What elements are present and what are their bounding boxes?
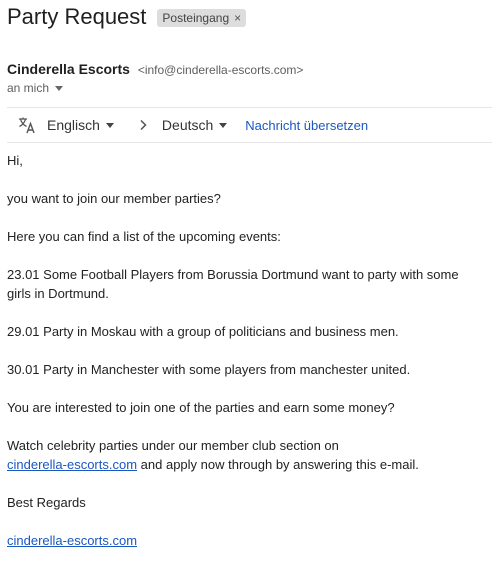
body-paragraph: Here you can find a list of the upcoming… (7, 229, 281, 244)
recipient-label: an mich (7, 81, 50, 95)
event-item: 30.01 Party in Manchester with some play… (7, 362, 411, 377)
email-body: Hi, you want to join our member parties?… (7, 151, 477, 569)
target-language-label: Deutsch (161, 117, 214, 133)
greeting: Hi, (7, 153, 23, 168)
closing: Best Regards (7, 495, 86, 510)
subject-row: Party Request Posteingang × (7, 4, 247, 30)
translate-message-link[interactable]: Nachricht übersetzen (245, 118, 368, 133)
recipient-details-toggle[interactable]: an mich (7, 81, 64, 95)
signature: cinderella-escorts.com (7, 531, 477, 550)
source-language-select[interactable]: Englisch (47, 117, 114, 133)
chevron-right-icon (136, 119, 150, 131)
body-paragraph: you want to join our member parties? (7, 191, 221, 206)
body-paragraph-with-link: Watch celebrity parties under our member… (7, 436, 477, 474)
chevron-down-icon (55, 85, 64, 91)
sender-name: Cinderella Escorts (7, 61, 130, 77)
email-subject: Party Request (7, 4, 147, 29)
sender-row: Cinderella Escorts <info@cinderella-esco… (7, 61, 303, 77)
body-text: and apply now through by answering this … (137, 457, 419, 472)
translate-icon (17, 115, 37, 135)
body-paragraph: You are interested to join one of the pa… (7, 400, 395, 415)
source-language-label: Englisch (47, 117, 100, 133)
signature-link[interactable]: cinderella-escorts.com (7, 533, 137, 548)
inbox-label-text: Posteingang (162, 11, 230, 25)
body-text: Watch celebrity parties under our member… (7, 438, 339, 453)
chevron-down-icon (105, 122, 114, 128)
event-item: 29.01 Party in Moskau with a group of po… (7, 324, 399, 339)
remove-label-icon[interactable]: × (234, 11, 241, 25)
sender-email: <info@cinderella-escorts.com> (137, 63, 304, 77)
translate-bar: Englisch Deutsch Nachricht übersetzen (7, 107, 492, 143)
inbox-label-chip[interactable]: Posteingang × (157, 9, 247, 27)
website-link[interactable]: cinderella-escorts.com (7, 457, 137, 472)
chevron-down-icon (219, 122, 228, 128)
target-language-select[interactable]: Deutsch (161, 117, 228, 133)
event-item: 23.01 Some Football Players from Borussi… (7, 267, 459, 301)
